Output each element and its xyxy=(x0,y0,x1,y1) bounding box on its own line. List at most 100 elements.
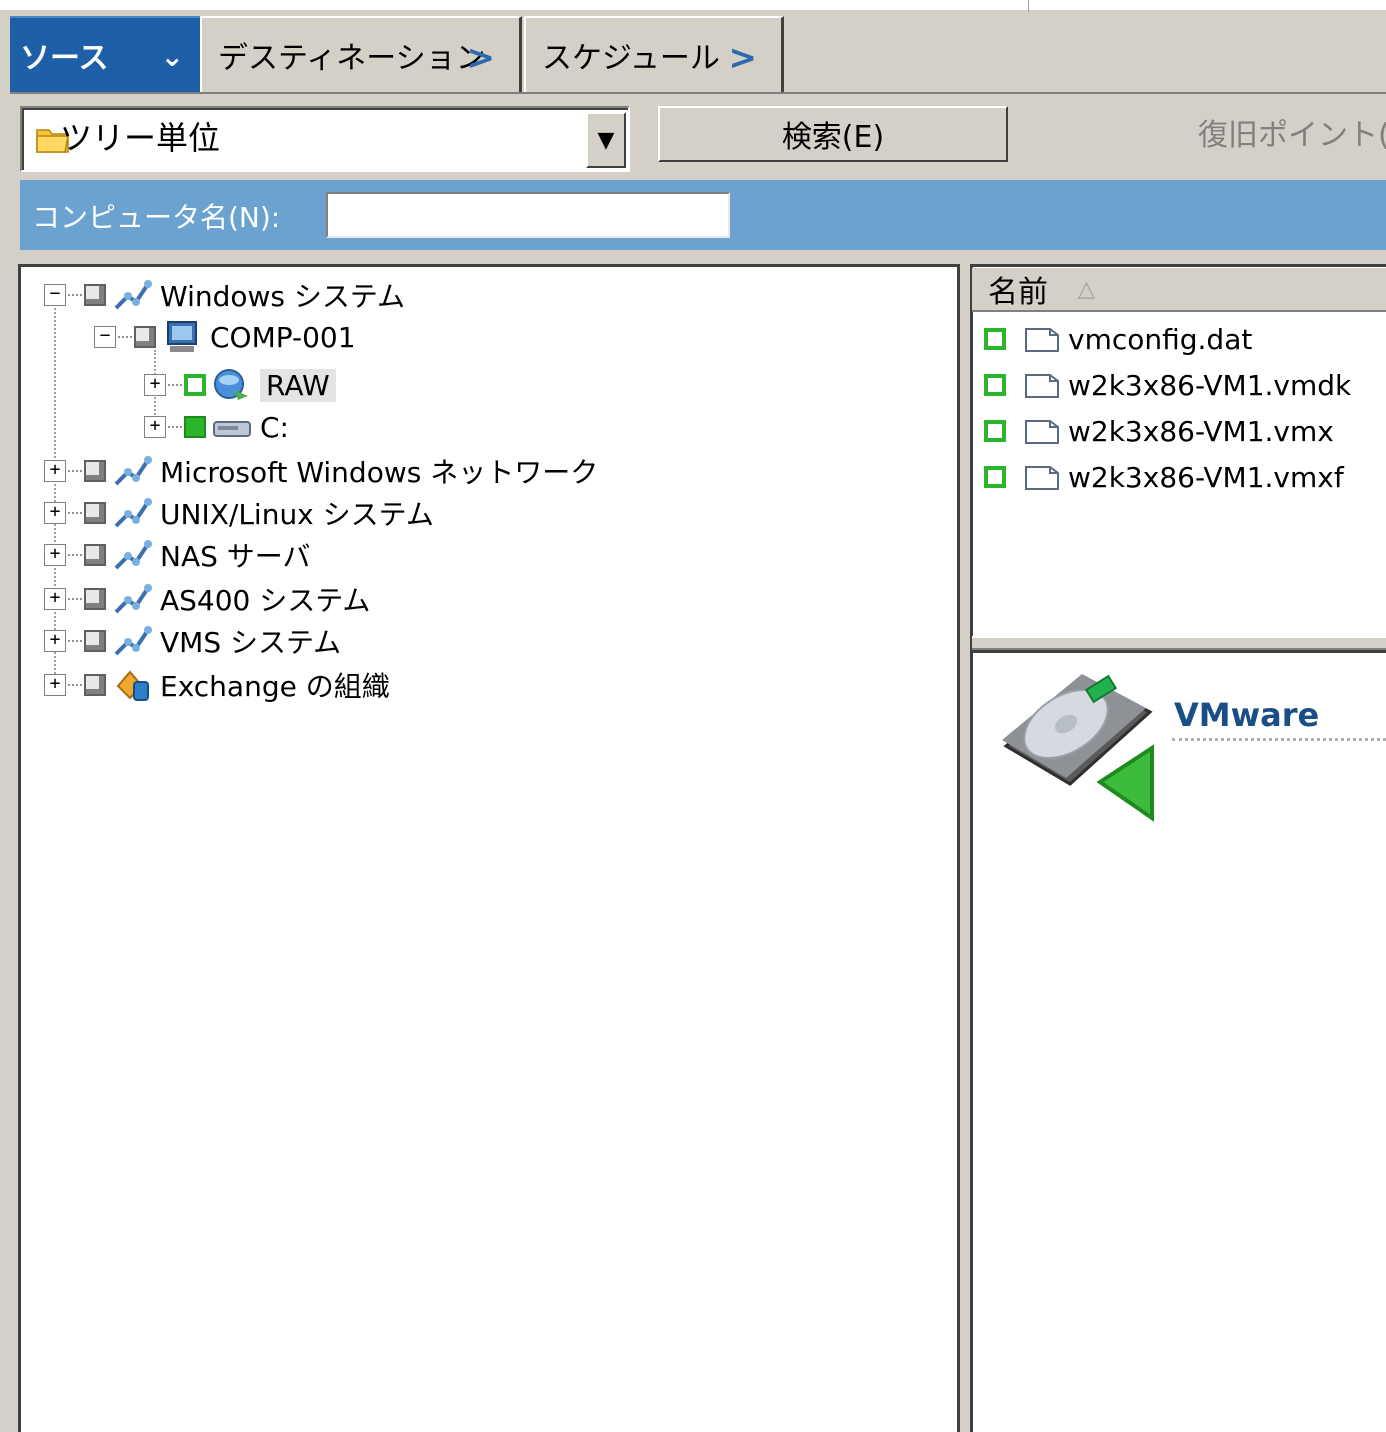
checkbox-gray[interactable] xyxy=(84,544,106,566)
drive-icon xyxy=(213,421,251,437)
vmware-disk-icon xyxy=(1002,674,1154,822)
tree-node-comp-001[interactable]: − COMP-001 xyxy=(94,316,356,358)
tree-node-raw[interactable]: + RAW xyxy=(144,364,336,406)
column-header-label: 名前 xyxy=(988,275,1048,310)
tree-node-windows-systems[interactable]: − Windows システム xyxy=(44,274,405,316)
tree-node-label: AS400 システム xyxy=(160,584,371,617)
tree-node-label: RAW xyxy=(260,368,336,402)
checkbox-green-full[interactable] xyxy=(184,416,206,438)
chevron-down-icon: ⌄ xyxy=(160,40,184,73)
tab-destination[interactable]: デスティネーション > xyxy=(200,16,522,92)
top-tick xyxy=(1028,0,1029,12)
tree-node-label: Exchange の組織 xyxy=(160,670,390,703)
checkbox-gray[interactable] xyxy=(84,630,106,652)
expand-icon[interactable]: + xyxy=(44,588,66,610)
tree-connector xyxy=(68,554,82,556)
tab-destination-label: デスティネーション xyxy=(218,41,486,76)
tab-source-label: ソース xyxy=(20,41,109,76)
checkbox-gray[interactable] xyxy=(134,326,156,348)
file-name: w2k3x86-VM1.vmdk xyxy=(1068,368,1352,402)
tree-node-label: NAS サーバ xyxy=(160,540,311,573)
tree-connector xyxy=(168,384,182,386)
column-header-name[interactable]: 名前 △ xyxy=(972,268,1386,312)
tree-node-label: UNIX/Linux システム xyxy=(160,498,434,531)
recovery-point-label[interactable]: 復旧ポイント(F xyxy=(1198,110,1386,154)
file-row[interactable]: w2k3x86-VM1.vmxf xyxy=(984,454,1351,500)
file-icon xyxy=(1025,466,1059,490)
tab-source[interactable]: ソース ⌄ xyxy=(10,16,200,92)
network-icon xyxy=(114,540,152,570)
expand-icon[interactable]: + xyxy=(44,460,66,482)
tree-node-label: COMP-001 xyxy=(210,320,356,354)
checkbox-green-partial[interactable] xyxy=(984,466,1006,488)
file-row[interactable]: vmconfig.dat xyxy=(984,316,1351,362)
file-row[interactable]: w2k3x86-VM1.vmdk xyxy=(984,362,1351,408)
tree-node-ms-network[interactable]: + Microsoft Windows ネットワーク xyxy=(44,450,598,492)
expand-icon[interactable]: + xyxy=(144,416,166,438)
file-list: vmconfig.dat w2k3x86-VM1.vmdk w2k3x86-VM… xyxy=(984,316,1351,500)
checkbox-green-partial[interactable] xyxy=(984,374,1006,396)
checkbox-gray[interactable] xyxy=(84,460,106,482)
network-icon xyxy=(114,626,152,656)
file-icon xyxy=(1025,328,1059,352)
tree-node-label: VMS システム xyxy=(160,626,342,659)
dropdown-arrow-icon: ▼ xyxy=(597,127,615,153)
tree-connector xyxy=(68,470,82,472)
tree-node-nas[interactable]: + NAS サーバ xyxy=(44,534,311,576)
file-name: vmconfig.dat xyxy=(1068,322,1253,356)
sort-ascending-icon: △ xyxy=(1078,276,1095,302)
tab-schedule[interactable]: スケジュール > xyxy=(524,16,784,92)
expand-icon[interactable]: + xyxy=(44,630,66,652)
dropdown-button[interactable]: ▼ xyxy=(586,112,626,168)
tree-connector xyxy=(68,294,82,296)
search-button[interactable]: 検索(E) xyxy=(658,106,1008,162)
checkbox-gray[interactable] xyxy=(84,284,106,306)
file-icon xyxy=(1025,420,1059,444)
tree-connector xyxy=(68,684,82,686)
tree-node-unix-linux[interactable]: + UNIX/Linux システム xyxy=(44,492,434,534)
collapse-icon[interactable]: − xyxy=(44,284,66,306)
file-name: w2k3x86-VM1.vmx xyxy=(1068,414,1334,448)
network-icon xyxy=(114,498,152,528)
tree-node-label: Windows システム xyxy=(160,280,406,313)
tree-node-exchange[interactable]: + Exchange の組織 xyxy=(44,664,390,706)
tree-connector xyxy=(68,640,82,642)
checkbox-gray[interactable] xyxy=(84,588,106,610)
tree-connector xyxy=(68,598,82,600)
raw-disk-icon xyxy=(214,369,248,400)
tab-divider xyxy=(10,92,1386,94)
computer-icon xyxy=(167,321,197,352)
network-icon xyxy=(114,584,152,614)
checkbox-gray[interactable] xyxy=(84,674,106,696)
chevron-right-icon: > xyxy=(728,38,758,78)
tree-node-as400[interactable]: + AS400 システム xyxy=(44,578,370,620)
tree-connector xyxy=(168,426,182,428)
expand-icon[interactable]: + xyxy=(144,374,166,396)
detail-title: VMware xyxy=(1174,696,1320,734)
computer-name-label: コンピュータ名(N): xyxy=(32,201,281,234)
chevron-right-icon: > xyxy=(466,38,496,78)
title-underline xyxy=(1172,738,1386,741)
tree-node-c-drive[interactable]: + C: xyxy=(144,406,289,448)
collapse-icon[interactable]: − xyxy=(94,326,116,348)
file-row[interactable]: w2k3x86-VM1.vmx xyxy=(984,408,1351,454)
tree-node-vms[interactable]: + VMS システム xyxy=(44,620,341,662)
network-icon xyxy=(114,280,152,310)
pane-splitter[interactable] xyxy=(972,636,1386,650)
checkbox-green-partial[interactable] xyxy=(184,374,206,396)
checkbox-gray[interactable] xyxy=(84,502,106,524)
file-icon xyxy=(1025,374,1059,398)
tab-schedule-label: スケジュール xyxy=(542,41,720,76)
checkbox-green-partial[interactable] xyxy=(984,420,1006,442)
file-name: w2k3x86-VM1.vmxf xyxy=(1068,460,1344,494)
network-icon xyxy=(114,456,152,486)
checkbox-green-partial[interactable] xyxy=(984,328,1006,350)
computer-name-input[interactable] xyxy=(326,192,730,238)
top-divider xyxy=(0,10,1386,12)
tree-node-label: C: xyxy=(260,410,289,444)
tree-node-label: Microsoft Windows ネットワーク xyxy=(160,456,599,489)
view-mode-value: ツリー単位 xyxy=(60,119,221,157)
expand-icon[interactable]: + xyxy=(44,674,66,696)
expand-icon[interactable]: + xyxy=(44,544,66,566)
expand-icon[interactable]: + xyxy=(44,502,66,524)
